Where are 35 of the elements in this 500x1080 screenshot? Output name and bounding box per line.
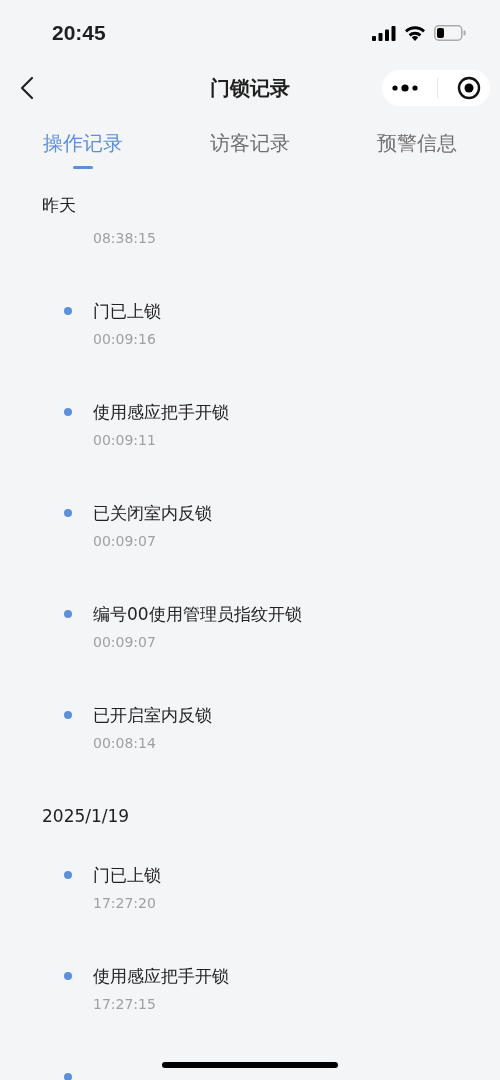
bullet-icon bbox=[64, 1073, 72, 1080]
date-header: 2025/1/19 bbox=[41, 805, 131, 828]
record-title: 使用感应把手开锁 bbox=[93, 965, 230, 988]
bullet-icon bbox=[64, 871, 72, 879]
bullet-icon bbox=[64, 711, 72, 719]
bullet-icon bbox=[64, 509, 72, 517]
record-title: 编号00使用管理员指纹开锁 bbox=[93, 603, 303, 626]
tab[interactable]: 操作记录 bbox=[0, 110, 167, 180]
record-time: 00:09:07 bbox=[93, 633, 157, 652]
tab[interactable]: 访客记录 bbox=[166, 110, 334, 180]
record-time: 00:08:14 bbox=[93, 734, 157, 753]
bullet-icon bbox=[64, 972, 72, 980]
close-target-icon[interactable] bbox=[456, 76, 481, 100]
bullet-icon bbox=[64, 307, 72, 315]
more-icon[interactable] bbox=[391, 84, 418, 92]
page-title: 门锁记录 bbox=[210, 74, 290, 102]
tab[interactable]: 预警信息 bbox=[333, 110, 500, 180]
date-header: 昨天 bbox=[41, 194, 77, 217]
record-title: 门已上锁 bbox=[93, 300, 162, 323]
status-time: 20:45 bbox=[52, 21, 106, 45]
record-time: 00:09:16 bbox=[93, 330, 157, 349]
record-title: 门已上锁 bbox=[93, 864, 162, 887]
record-title: 已关闭室内反锁 bbox=[93, 502, 213, 525]
record-time: 17:27:15 bbox=[93, 995, 157, 1014]
battery-icon bbox=[434, 25, 466, 41]
record-title: 已开启室内反锁 bbox=[93, 704, 213, 727]
record-time: 00:09:07 bbox=[93, 532, 157, 551]
bullet-icon bbox=[64, 610, 72, 618]
record-title: 使用感应把手开锁 bbox=[93, 401, 230, 424]
record-time: 17:27:20 bbox=[93, 894, 157, 913]
wifi-icon bbox=[404, 25, 426, 41]
bullet-icon bbox=[64, 408, 72, 416]
signal-icon bbox=[372, 25, 396, 41]
record-time: 08:38:15 bbox=[93, 229, 157, 248]
record-time: 00:09:11 bbox=[93, 431, 157, 450]
